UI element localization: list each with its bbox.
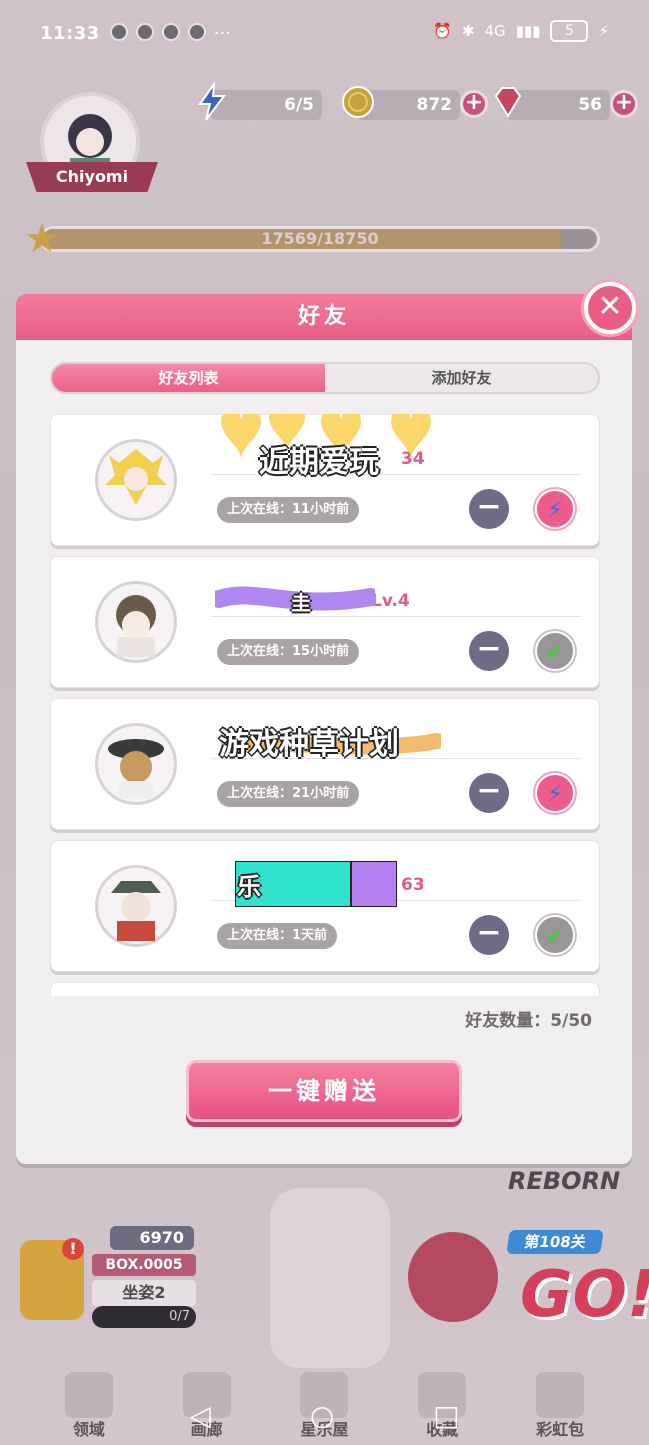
friend-avatar[interactable]	[95, 581, 177, 663]
box-gem-count: 6970	[110, 1226, 194, 1250]
send-energy-button[interactable]: ⚡	[535, 773, 575, 813]
xp-text: 17569/18750	[261, 229, 379, 248]
tab-friend-list[interactable]: 好友列表	[52, 364, 325, 392]
pose-progress: 0/7	[92, 1306, 196, 1328]
pose-label: 坐姿2	[92, 1280, 196, 1306]
last-online-badge: 上次在线：21小时前	[217, 781, 360, 807]
friend-name-overlay: 乐	[237, 873, 261, 901]
name-redaction-block	[351, 861, 397, 907]
energy-value: 6/5	[284, 95, 314, 115]
alarm-icon: ⏰	[433, 22, 452, 40]
system-status-icons: ⏰ ✱ 4G ▮▮▮ 5 ⚡	[433, 20, 609, 42]
notification-icons: ···	[109, 22, 231, 44]
stage-character-icon	[408, 1232, 498, 1322]
recents-icon[interactable]: □	[433, 1399, 459, 1432]
alert-badge-icon: !	[62, 1238, 84, 1260]
friend-list[interactable]: 34 近期爱玩 上次在线：11小时前 − ⚡ Lv.4 圭 上次在线：15小时前…	[50, 414, 600, 996]
go-button[interactable]: GO!	[520, 1250, 649, 1340]
friend-level: Lv.4	[371, 591, 410, 611]
app-notification-icon	[109, 22, 128, 41]
friend-level: 63	[401, 875, 425, 895]
remove-friend-button[interactable]: −	[469, 773, 509, 813]
player-name: Chiyomi	[26, 162, 158, 192]
add-coins-button[interactable]: +	[460, 90, 488, 118]
coin-counter: 872 +	[342, 86, 488, 120]
app-notification-icon	[135, 22, 154, 41]
coin-value: 872	[416, 95, 453, 115]
dialog-title: 好友	[16, 294, 632, 340]
back-icon[interactable]: ◁	[189, 1399, 211, 1432]
remove-friend-button[interactable]: −	[469, 631, 509, 671]
tab-add-friend[interactable]: 添加好友	[325, 364, 598, 392]
gem-icon	[488, 82, 528, 122]
friend-name-overlay: 游戏种草计划	[219, 727, 399, 762]
remove-friend-button[interactable]: −	[469, 489, 509, 529]
coin-icon	[338, 82, 378, 122]
friend-avatar[interactable]	[95, 723, 177, 805]
energy-sent-check-icon: ✔	[535, 915, 575, 955]
bluetooth-icon: ✱	[461, 22, 475, 40]
friends-dialog: 好友 好友列表 添加好友 34 近期爱玩 上次在线：11小时前 − ⚡ Lv.4…	[16, 294, 632, 1164]
friend-row: 34 近期爱玩 上次在线：11小时前 − ⚡	[50, 414, 600, 546]
remove-friend-button[interactable]: −	[469, 915, 509, 955]
xp-progress-bar: 17569/18750	[40, 226, 600, 252]
level-star-icon: ★	[24, 216, 60, 262]
reborn-logo: REBORN	[508, 1167, 621, 1195]
friend-count: 好友数量：5/50	[465, 1011, 592, 1031]
send-energy-button[interactable]: ⚡	[535, 489, 575, 529]
friend-row	[50, 982, 600, 996]
lightning-icon	[192, 80, 232, 122]
box-label: BOX.0005	[92, 1254, 196, 1276]
gem-value: 56	[578, 95, 602, 115]
network-label: 4G	[484, 22, 506, 40]
system-navigation: ◁ ○ □	[0, 1385, 649, 1445]
friend-name-overlay: 近期爱玩	[259, 445, 379, 480]
energy-counter: 6/5	[198, 80, 322, 121]
last-online-badge: 上次在线：11小时前	[217, 497, 360, 523]
add-gems-button[interactable]: +	[610, 90, 638, 118]
last-online-badge: 上次在线：1天前	[217, 923, 338, 949]
send-all-button[interactable]: 一键赠送	[186, 1060, 462, 1122]
friend-avatar[interactable]	[95, 439, 177, 521]
close-dialog-button[interactable]: ✕	[584, 282, 636, 334]
friend-row: 游戏种草计划 上次在线：21小时前 − ⚡	[50, 698, 600, 830]
friend-avatar[interactable]	[95, 865, 177, 947]
clock: 11:33	[40, 22, 100, 44]
energy-sent-check-icon: ✔	[535, 631, 575, 671]
more-notifications-icon: ···	[213, 22, 231, 44]
character-figure[interactable]	[270, 1188, 390, 1368]
friend-name-overlay: 圭	[291, 591, 311, 615]
gem-counter: 56 +	[494, 87, 638, 120]
friend-row: Lv.4 圭 上次在线：15小时前 − ✔	[50, 556, 600, 688]
name-sticker: 近期爱玩	[201, 414, 461, 489]
friend-row: 63 乐 上次在线：1天前 − ✔	[50, 840, 600, 972]
app-notification-icon	[161, 22, 180, 41]
signal-icon: ▮▮▮	[515, 22, 541, 40]
battery-icon: 5	[550, 20, 589, 42]
charging-icon: ⚡	[598, 22, 609, 40]
app-notification-icon	[187, 22, 206, 41]
status-bar: 11:33 ··· ⏰ ✱ 4G ▮▮▮ 5 ⚡	[0, 0, 649, 66]
last-online-badge: 上次在线：15小时前	[217, 639, 360, 665]
friends-tabs: 好友列表 添加好友	[50, 362, 600, 394]
home-icon[interactable]: ○	[310, 1399, 334, 1432]
